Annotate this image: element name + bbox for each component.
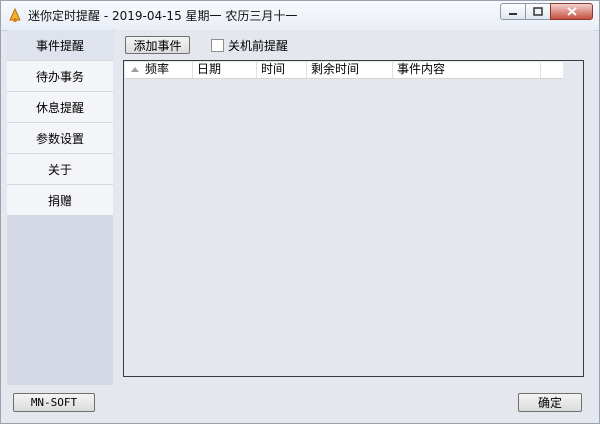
maximize-button[interactable] xyxy=(525,3,551,20)
title-bar[interactable]: 迷你定时提醒 - 2019-04-15 星期一 农历三月十一 xyxy=(1,1,599,31)
event-list-header: 频率 日期 时间 剩余时间 事件内容 xyxy=(125,62,563,79)
window-controls xyxy=(500,3,593,20)
close-icon xyxy=(566,7,577,16)
sidebar-item-rest-reminder[interactable]: 休息提醒 xyxy=(7,92,113,123)
close-button[interactable] xyxy=(550,3,593,20)
sidebar-item-settings[interactable]: 参数设置 xyxy=(7,123,113,154)
minimize-button[interactable] xyxy=(500,3,526,20)
event-reminder-panel: 添加事件 关机前提醒 频率 日期 时间 剩余时间 事件内容 xyxy=(114,30,594,385)
sidebar-item-todo[interactable]: 待办事务 xyxy=(7,61,113,92)
shutdown-reminder-label: 关机前提醒 xyxy=(228,39,289,53)
column-header-time[interactable]: 时间 xyxy=(257,62,307,78)
sidebar-nav: 事件提醒 待办事务 休息提醒 参数设置 关于 捐赠 xyxy=(7,30,113,385)
event-list[interactable]: 频率 日期 时间 剩余时间 事件内容 xyxy=(123,60,584,377)
add-event-button[interactable]: 添加事件 xyxy=(125,36,190,54)
column-header-content[interactable]: 事件内容 xyxy=(393,62,541,78)
shutdown-reminder-option[interactable]: 关机前提醒 xyxy=(211,37,288,54)
column-remaining-label: 剩余时间 xyxy=(311,62,360,76)
column-content-label: 事件内容 xyxy=(397,62,446,76)
column-time-label: 时间 xyxy=(261,62,286,76)
maximize-icon xyxy=(533,7,543,16)
bell-clock-icon xyxy=(9,7,21,22)
mn-soft-button[interactable]: MN-SOFT xyxy=(13,393,95,412)
column-date-label: 日期 xyxy=(197,62,222,76)
confirm-button[interactable]: 确定 xyxy=(518,393,582,412)
column-header-frequency[interactable]: 频率 xyxy=(125,62,193,78)
sidebar-item-event-reminder[interactable]: 事件提醒 xyxy=(7,30,113,61)
column-header-remaining[interactable]: 剩余时间 xyxy=(307,62,393,78)
column-frequency-label: 频率 xyxy=(145,62,170,76)
shutdown-reminder-checkbox[interactable] xyxy=(211,39,224,52)
sidebar-item-about[interactable]: 关于 xyxy=(7,154,113,185)
sidebar-item-donate[interactable]: 捐赠 xyxy=(7,185,113,216)
sort-ascending-icon xyxy=(131,67,139,72)
app-window: 迷你定时提醒 - 2019-04-15 星期一 农历三月十一 事件提醒 待办事务… xyxy=(0,0,600,424)
minimize-icon xyxy=(509,12,517,15)
window-title: 迷你定时提醒 - 2019-04-15 星期一 农历三月十一 xyxy=(28,9,298,23)
column-header-date[interactable]: 日期 xyxy=(193,62,257,78)
